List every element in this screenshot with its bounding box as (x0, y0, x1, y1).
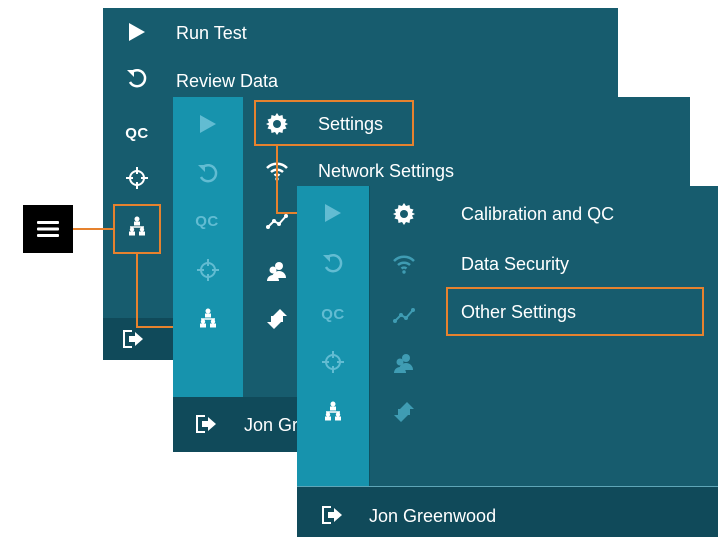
logout-icon[interactable] (320, 503, 344, 527)
transfer-arrows-icon (391, 399, 417, 425)
menu-item-network-settings[interactable]: Network Settings (318, 160, 454, 182)
settings-submenu-panel (297, 186, 718, 537)
hamburger-menu-icon (36, 219, 60, 239)
crosshair-icon[interactable] (125, 166, 149, 190)
qc-icon: QC (321, 305, 345, 323)
logout-icon[interactable] (194, 412, 218, 436)
settings-submenu-footer (297, 486, 718, 537)
connector-line (136, 253, 138, 327)
gear-icon[interactable] (391, 201, 417, 227)
menu-button[interactable] (23, 205, 73, 253)
menu-item-calibration-and-qc[interactable]: Calibration and QC (461, 203, 614, 225)
menu-item-review-data[interactable]: Review Data (176, 70, 278, 92)
trend-icon (391, 302, 417, 328)
play-icon (196, 112, 220, 136)
settings-menu-rail (173, 97, 243, 397)
logout-icon[interactable] (121, 327, 145, 351)
users-icon (391, 350, 417, 376)
crosshair-icon (196, 258, 220, 282)
menu-item-run-test[interactable]: Run Test (176, 22, 247, 44)
org-chart-highlight (113, 204, 161, 254)
undo-arrow-icon (196, 161, 220, 185)
wifi-icon (391, 251, 417, 277)
connector-line (73, 228, 115, 230)
user-name: Jon Gr (244, 415, 299, 435)
qc-icon: QC (195, 212, 219, 230)
settings-submenu-rail-2 (369, 186, 440, 486)
user-name: Jon Greenwood (369, 506, 497, 526)
connector-line (136, 326, 176, 328)
connector-line (276, 145, 278, 213)
other-settings-highlight (446, 287, 704, 336)
undo-arrow-icon (321, 251, 345, 275)
play-icon (321, 201, 345, 225)
undo-arrow-icon[interactable] (125, 66, 149, 90)
settings-submenu-rail (297, 186, 369, 486)
footer-divider (297, 486, 718, 487)
transfer-arrows-icon[interactable] (264, 306, 290, 332)
qc-icon[interactable]: QC (121, 121, 153, 145)
crosshair-icon (321, 350, 345, 374)
users-icon[interactable] (264, 258, 290, 284)
org-chart-icon[interactable] (196, 306, 220, 330)
org-chart-icon[interactable] (321, 399, 345, 423)
settings-highlight (254, 100, 414, 146)
play-icon[interactable] (125, 20, 149, 44)
menu-item-data-security[interactable]: Data Security (461, 253, 569, 275)
